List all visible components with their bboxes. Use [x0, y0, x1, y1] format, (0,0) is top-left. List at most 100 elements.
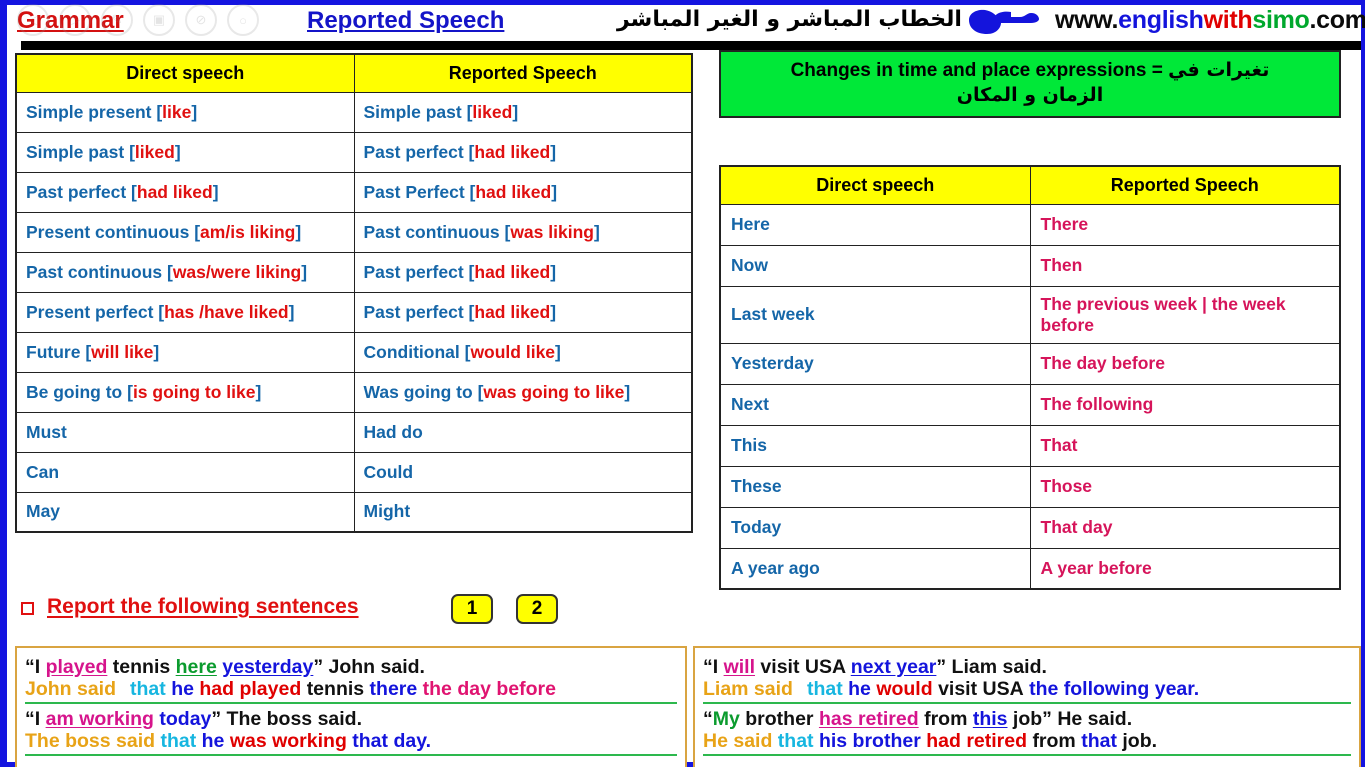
- tense-reported-cell: Simple past [liked]: [353, 91, 693, 133]
- table-row: Future [will like] Conditional [would lik…: [15, 331, 693, 373]
- verb-form: will like: [91, 341, 154, 362]
- verb-form: had liked: [475, 181, 552, 202]
- url-part-com: .com: [1309, 6, 1365, 34]
- exercise-question: “I played tennis here yesterday” John sa…: [25, 655, 677, 677]
- bracket-close: ]: [550, 141, 557, 162]
- q-time: next year: [850, 656, 937, 678]
- a-pronoun: he: [171, 678, 194, 701]
- q-time: today: [159, 707, 212, 730]
- url-part-english: english: [1118, 6, 1204, 34]
- tense-name: Past continuous: [26, 261, 167, 282]
- q-verb: am working: [45, 707, 154, 730]
- tense-reported-cell: Past perfect [had liked]: [353, 251, 693, 293]
- a-pronoun: he: [201, 730, 225, 753]
- bracket-close: ]: [593, 221, 600, 242]
- square-bullet-icon: [21, 602, 34, 615]
- tense-name: Simple past: [363, 101, 467, 122]
- tense-name: May: [26, 501, 61, 522]
- verb-form: liked: [472, 101, 513, 122]
- place-direct-cell: Today: [719, 506, 1031, 549]
- tense-name: Past perfect: [26, 181, 132, 202]
- place-reported-cell: That day: [1029, 506, 1341, 549]
- verb-form: had liked: [474, 261, 551, 282]
- verb-form: had liked: [474, 141, 551, 162]
- a-pronoun: his brother: [818, 730, 921, 753]
- tense-name: Present continuous: [26, 221, 195, 242]
- website-url[interactable]: www.englishwithsimo.com: [1055, 6, 1365, 35]
- arabic-title: الخطاب المباشر و الغير المباشر: [617, 7, 962, 32]
- q-text-part: brother: [739, 707, 819, 730]
- exercise-answer: He said that his brother had retired fro…: [703, 730, 1351, 756]
- a-verb: had played: [199, 678, 302, 701]
- bracket-close: ]: [301, 261, 308, 282]
- tense-table-header-direct: Direct speech: [15, 53, 355, 93]
- tense-name: Can: [26, 461, 60, 482]
- tense-name: Could: [363, 461, 414, 482]
- page-badge-2[interactable]: 2: [516, 594, 558, 624]
- tense-direct-cell: Can: [15, 451, 355, 493]
- tense-name: Be going to: [26, 381, 128, 402]
- bracket-close: ]: [191, 101, 198, 122]
- q-text-part: ” The boss said.: [211, 707, 363, 730]
- tense-direct-cell: Present perfect [has /have liked]: [15, 291, 355, 333]
- verb-form: liked: [134, 141, 175, 162]
- a-middle: tennis: [306, 678, 365, 701]
- table-row: Simple past [liked] Past perfect [had lik…: [15, 131, 693, 173]
- a-that: that: [130, 678, 166, 701]
- table-row: Must Had do: [15, 411, 693, 453]
- bracket-close: ]: [550, 301, 557, 322]
- page-badge-1[interactable]: 1: [451, 594, 493, 624]
- tense-name: Had do: [363, 421, 423, 442]
- pointing-hand-icon: [965, 7, 1051, 37]
- q-text-part: “I: [25, 707, 46, 730]
- place-reported-cell: The following: [1029, 383, 1341, 426]
- grammar-label: Grammar: [17, 7, 124, 34]
- exercise-answer: John said that he had played tennis there…: [25, 678, 677, 704]
- table-row: Last week The previous week | the week be…: [719, 285, 1341, 344]
- banner-arabic-text-2: الزمان و المكان: [956, 84, 1104, 107]
- a-verb: had retired: [926, 730, 1028, 753]
- bracket-close: ]: [174, 141, 181, 162]
- q-subject: My: [712, 707, 740, 730]
- exercise-question: “I will visit USA next year” Liam said.: [703, 655, 1351, 677]
- tense-reported-cell: Conditional [would like]: [353, 331, 693, 373]
- table-row: Yesterday The day before: [719, 342, 1341, 385]
- tense-reported-cell: Past Perfect [had liked]: [353, 171, 693, 213]
- tense-reported-cell: Was going to [was going to like]: [353, 371, 693, 413]
- bracket-close: ]: [550, 261, 557, 282]
- place-reported-cell: That: [1029, 424, 1341, 467]
- table-row: Here There: [719, 203, 1341, 246]
- bracket-close: ]: [255, 381, 262, 402]
- table-row: Present perfect [has /have liked] Past pe…: [15, 291, 693, 333]
- page-header: Grammar Reported Speech الخطاب المباشر و…: [7, 5, 1365, 38]
- time-place-table: Direct speech Reported Speech Here There N…: [719, 165, 1341, 590]
- verb-form: had liked: [474, 301, 551, 322]
- exercise-question: “My brother has retired from this job” H…: [703, 707, 1351, 729]
- bracket-close: ]: [555, 341, 561, 362]
- table-row: Next The following: [719, 383, 1341, 426]
- table-row: Today That day: [719, 506, 1341, 549]
- verb-form: had liked: [136, 181, 213, 202]
- place-direct-cell: Yesterday: [719, 342, 1031, 385]
- a-reporter: Liam said: [703, 678, 793, 701]
- table-row: Past perfect [had liked] Past Perfect [ha…: [15, 171, 693, 213]
- place-direct-cell: Next: [719, 383, 1031, 426]
- tense-reported-cell: Might: [353, 491, 693, 533]
- tense-name: Was going to: [363, 381, 478, 402]
- exercise-box-left: “I played tennis here yesterday” John sa…: [15, 646, 687, 767]
- tense-reported-cell: Had do: [353, 411, 693, 453]
- place-reported-cell: The previous week | the week before: [1029, 285, 1341, 344]
- place-reported-cell: A year before: [1029, 547, 1341, 590]
- q-text-part: “I: [25, 656, 46, 678]
- a-verb: was working: [229, 730, 347, 753]
- tense-name: Past perfect: [363, 301, 469, 322]
- a-tail: job.: [1122, 730, 1158, 753]
- tense-name: Simple present: [26, 101, 157, 122]
- table-row: A year ago A year before: [719, 547, 1341, 590]
- a-verb: would: [876, 678, 933, 701]
- tense-direct-cell: Past perfect [had liked]: [15, 171, 355, 213]
- a-middle: visit USA: [938, 678, 1024, 701]
- verb-form: am/is liking: [200, 221, 296, 242]
- q-place: here: [175, 656, 217, 678]
- a-time: that: [1081, 730, 1117, 753]
